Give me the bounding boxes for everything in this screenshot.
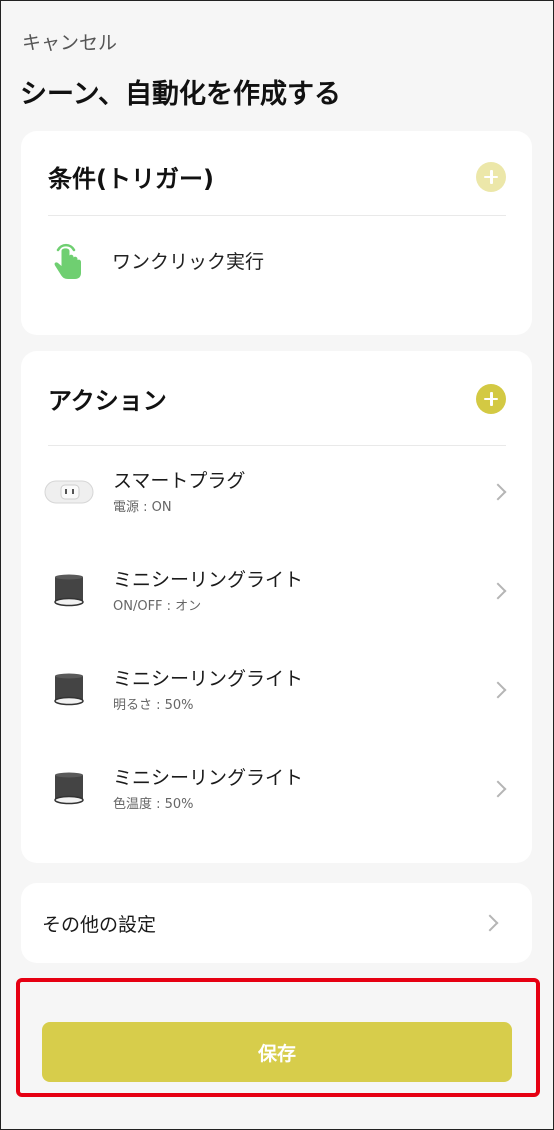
cancel-link[interactable]: キャンセル [22,28,117,55]
other-settings-card: その他の設定 [21,883,532,963]
action-item-ceiling-light-color-temp[interactable]: ミニシーリングライト 色温度 : 50% [43,754,510,824]
page-title: シーン、自動化を作成する [20,79,342,110]
trigger-item-label: ワンクリック実行 [112,250,265,273]
trigger-divider [48,215,506,216]
action-section-title: アクション [48,387,167,415]
chevron-right-icon [481,914,499,932]
add-trigger-button[interactable] [476,161,506,192]
tap-hand-icon [48,238,86,282]
action-section-header: アクション [48,381,506,416]
smart-plug-icon [43,472,95,512]
chevron-right-icon [489,780,507,798]
ceiling-light-icon [43,670,95,710]
chevron-right-icon [489,681,507,699]
action-item-detail: 明るさ : 50% [113,698,194,713]
other-settings-row[interactable]: その他の設定 [42,883,502,963]
action-item-name: ミニシーリングライト [113,767,304,789]
other-settings-label: その他の設定 [42,913,157,936]
action-item-name: ミニシーリングライト [113,569,304,591]
save-button[interactable]: 保存 [42,1022,512,1082]
action-item-smart-plug[interactable]: スマートプラグ 電源 : ON [43,457,510,527]
action-item-ceiling-light-brightness[interactable]: ミニシーリングライト 明るさ : 50% [43,655,510,725]
action-item-name: ミニシーリングライト [113,668,304,690]
trigger-section-title: 条件(トリガー) [48,165,214,193]
action-card: アクション スマートプラグ 電源 : ON ミニシーリングライト ON/OFF … [21,351,532,863]
chevron-right-icon [489,582,507,600]
action-item-detail: 色温度 : 50% [113,797,194,812]
action-divider [48,445,506,446]
action-item-ceiling-light-power[interactable]: ミニシーリングライト ON/OFF : オン [43,556,510,626]
action-item-name: スマートプラグ [113,470,246,492]
trigger-item-one-click[interactable]: ワンクリック実行 [48,235,506,285]
action-item-detail: ON/OFF : オン [113,599,202,614]
trigger-section-header: 条件(トリガー) [48,159,506,194]
add-action-button[interactable] [476,383,506,414]
chevron-right-icon [489,483,507,501]
trigger-card: 条件(トリガー) ワンクリック実行 [21,131,532,335]
action-item-detail: 電源 : ON [113,500,172,515]
ceiling-light-icon [43,769,95,809]
ceiling-light-icon [43,571,95,611]
